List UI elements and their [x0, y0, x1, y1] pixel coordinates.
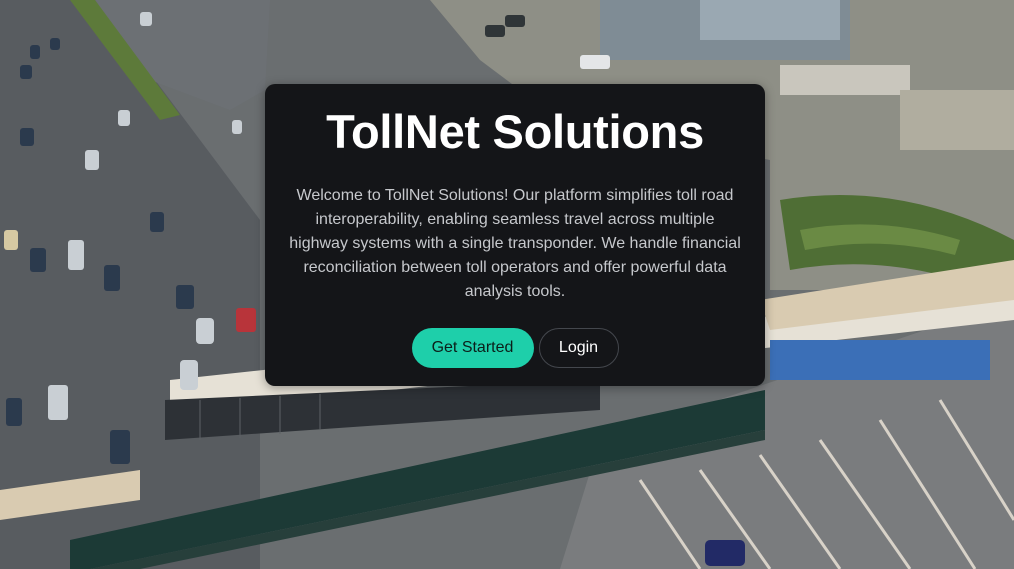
intro-description: Welcome to TollNet Solutions! Our platfo…	[289, 187, 741, 300]
get-started-button[interactable]: Get Started	[411, 328, 534, 368]
page-title: TollNet Solutions	[326, 105, 704, 158]
welcome-card: TollNet Solutions Welcome to TollNet Sol…	[265, 84, 765, 386]
hero-section: TollNet Solutions Welcome to TollNet Sol…	[0, 0, 1014, 569]
hero-actions: Get Started Login	[287, 328, 743, 368]
login-button[interactable]: Login	[538, 328, 619, 368]
